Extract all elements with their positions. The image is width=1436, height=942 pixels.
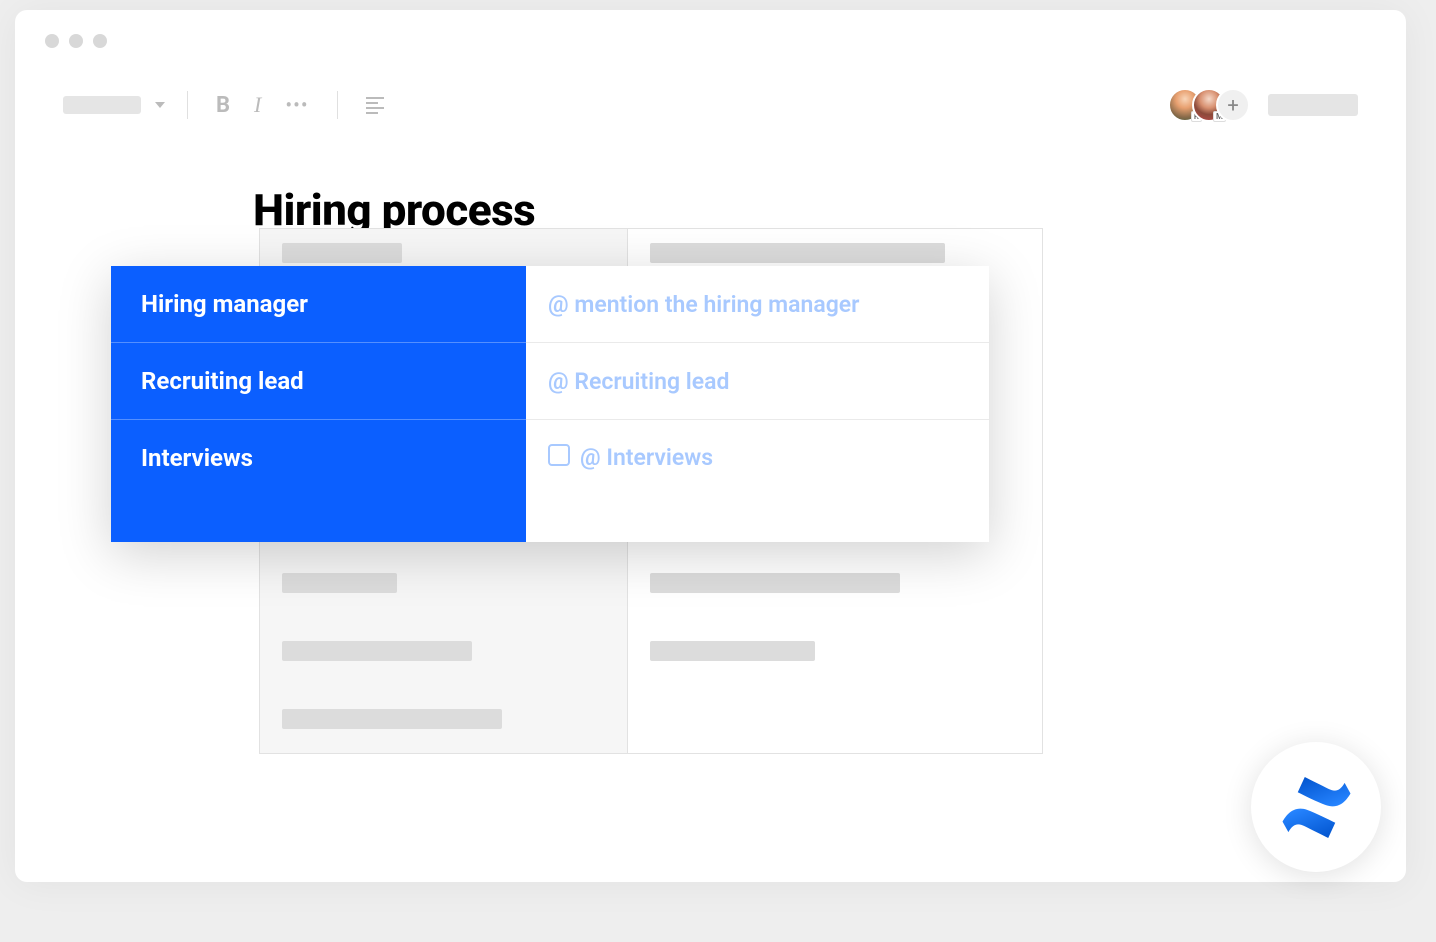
placeholder-block (282, 573, 397, 593)
table-row: Hiring manager @ mention the hiring manag… (111, 266, 989, 343)
toolbar-right-section: R M + (1168, 88, 1358, 122)
floating-table-overlay: Hiring manager @ mention the hiring manag… (111, 266, 989, 542)
more-formatting-button[interactable]: ••• (279, 93, 314, 117)
row-label[interactable]: Hiring manager (111, 266, 526, 343)
editor-toolbar: B I ••• R M + (31, 66, 1390, 144)
row-label[interactable]: Interviews (111, 420, 526, 542)
confluence-icon (1279, 770, 1354, 845)
editor-content-area: B I ••• R M + Hiri (31, 66, 1390, 882)
table-cell (260, 549, 628, 617)
table-cell (628, 617, 1042, 685)
confluence-logo-badge (1251, 742, 1381, 872)
placeholder-block (650, 243, 945, 263)
placeholder-block (282, 243, 402, 263)
row-value[interactable]: @ Recruiting lead (526, 343, 989, 420)
mention-placeholder-text: @ Recruiting lead (548, 368, 729, 395)
page-title[interactable]: Hiring process (31, 144, 1390, 236)
table-row: Interviews @ Interviews (111, 420, 989, 542)
chevron-down-icon[interactable] (155, 102, 165, 108)
collaborator-avatars: R M + (1168, 88, 1250, 122)
publish-button-placeholder[interactable] (1268, 94, 1358, 116)
browser-window: B I ••• R M + Hiri (15, 10, 1406, 882)
window-controls (45, 34, 107, 48)
bold-button[interactable]: B (210, 93, 236, 118)
mention-placeholder-text: @ Interviews (580, 444, 713, 471)
placeholder-block (650, 641, 815, 661)
table-row: Recruiting lead @ Recruiting lead (111, 343, 989, 420)
placeholder-block (282, 709, 502, 729)
row-value[interactable]: @ mention the hiring manager (526, 266, 989, 343)
italic-button[interactable]: I (248, 92, 267, 118)
window-maximize-icon[interactable] (93, 34, 107, 48)
checkbox-icon[interactable] (548, 444, 570, 466)
table-cell (628, 549, 1042, 617)
placeholder-block (650, 573, 900, 593)
heading-selector-placeholder[interactable] (63, 96, 141, 114)
window-close-icon[interactable] (45, 34, 59, 48)
mention-placeholder-text: @ mention the hiring manager (548, 291, 859, 318)
placeholder-block (282, 641, 472, 661)
row-value[interactable]: @ Interviews (526, 420, 989, 542)
toolbar-divider (337, 91, 338, 119)
table-cell (260, 617, 628, 685)
table-cell (260, 685, 628, 753)
table-cell (628, 685, 1042, 753)
align-left-icon[interactable] (360, 97, 390, 114)
row-label[interactable]: Recruiting lead (111, 343, 526, 420)
toolbar-divider (187, 91, 188, 119)
add-collaborator-button[interactable]: + (1216, 88, 1250, 122)
window-minimize-icon[interactable] (69, 34, 83, 48)
